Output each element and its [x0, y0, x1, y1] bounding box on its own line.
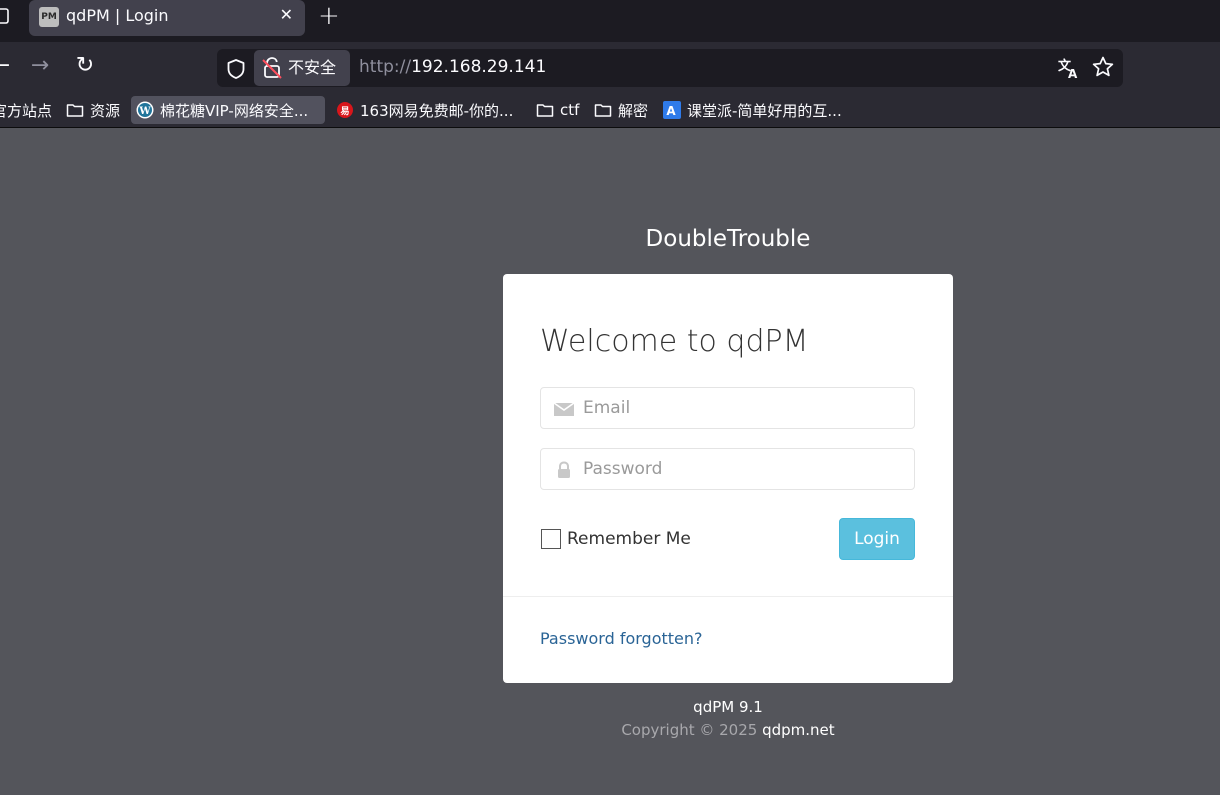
- navigation-bar: ← → ↻ 不安全 http://192.168.29.141 文 A: [0, 42, 1220, 92]
- tab-list-icon[interactable]: [0, 6, 10, 26]
- netease-icon: 易: [337, 102, 353, 118]
- bookmark-label: 官方站点: [0, 101, 53, 120]
- wordpress-icon: W: [136, 101, 154, 119]
- copyright: Copyright © 2025 qdpm.net: [503, 720, 953, 740]
- svg-text:A: A: [666, 104, 676, 118]
- bookmark-label: 解密: [618, 101, 649, 120]
- bookmark-folder-resources[interactable]: 资源: [66, 96, 120, 124]
- broken-lock-icon: [262, 57, 282, 79]
- back-button[interactable]: ←: [0, 51, 16, 81]
- bookmark-label: ctf: [560, 101, 580, 119]
- qdpm-favicon-icon: PM: [39, 7, 59, 27]
- folder-icon: [66, 104, 84, 117]
- svg-text:易: 易: [340, 106, 349, 117]
- tab-title: qdPM | Login: [66, 6, 169, 25]
- email-input[interactable]: [583, 388, 908, 428]
- tab-close-icon[interactable]: ✕: [280, 5, 293, 25]
- ketangpai-icon: A: [663, 101, 681, 119]
- bookmarks-bar: 官方站点 资源 W 棉花糖VIP-网络安全... 易 163网易免费邮-你的..…: [0, 92, 1220, 128]
- tab-bar: PM qdPM | Login ✕ +: [0, 0, 1220, 42]
- bookmark-ketangpai[interactable]: A 课堂派-简单好用的互...: [663, 96, 842, 124]
- login-button[interactable]: Login: [839, 518, 915, 560]
- address-bar[interactable]: 不安全 http://192.168.29.141 文 A: [217, 49, 1123, 87]
- login-card: Welcome to qdPM Remember Me Login Passwo…: [503, 274, 953, 683]
- svg-text:W: W: [138, 106, 151, 117]
- site-name: DoubleTrouble: [645, 226, 811, 252]
- tab-qdpm-login[interactable]: PM qdPM | Login ✕: [29, 0, 305, 36]
- url-text[interactable]: http://192.168.29.141: [359, 57, 546, 77]
- connection-not-secure-badge[interactable]: 不安全: [254, 50, 350, 86]
- forward-button[interactable]: →: [25, 51, 55, 81]
- url-scheme: http://: [359, 57, 412, 77]
- bookmark-label: 资源: [90, 101, 121, 120]
- remember-me-checkbox[interactable]: [541, 529, 561, 549]
- lock-icon: [558, 461, 570, 478]
- svg-text:A: A: [1068, 67, 1078, 80]
- bookmark-star-icon[interactable]: [1091, 55, 1115, 79]
- folder-icon: [536, 104, 554, 117]
- shield-icon[interactable]: [225, 58, 247, 80]
- reload-button[interactable]: ↻: [70, 51, 100, 81]
- new-tab-button[interactable]: +: [318, 2, 340, 30]
- page-title: Welcome to qdPM: [540, 324, 809, 359]
- app-version: qdPM 9.1: [693, 698, 763, 716]
- password-forgotten-link[interactable]: Password forgotten?: [540, 629, 703, 649]
- password-field[interactable]: [540, 448, 915, 490]
- url-host: 192.168.29.141: [411, 57, 547, 77]
- card-divider: [503, 596, 953, 597]
- remember-me-label: Remember Me: [567, 529, 691, 549]
- bookmark-folder-ctf[interactable]: ctf: [536, 96, 579, 124]
- remember-me[interactable]: Remember Me: [541, 527, 691, 551]
- folder-icon: [594, 104, 612, 117]
- bookmark-label: 163网易免费邮-你的...: [360, 101, 514, 120]
- bookmark-label: 棉花糖VIP-网络安全...: [160, 101, 309, 120]
- bookmark-163-mail[interactable]: 易 163网易免费邮-你的...: [336, 96, 513, 124]
- email-field[interactable]: [540, 387, 915, 429]
- not-secure-label: 不安全: [288, 58, 337, 77]
- translate-icon[interactable]: 文 A: [1057, 56, 1081, 80]
- bookmark-label: 课堂派-简单好用的互...: [687, 101, 842, 120]
- password-input[interactable]: [583, 449, 908, 489]
- copyright-text: Copyright © 2025: [621, 721, 758, 739]
- bookmark-mianhuatang[interactable]: W 棉花糖VIP-网络安全...: [131, 96, 325, 124]
- page-content: DoubleTrouble Welcome to qdPM Remember M…: [0, 129, 1220, 795]
- bookmark-folder-decrypt[interactable]: 解密: [594, 96, 648, 124]
- envelope-icon: [553, 402, 575, 416]
- qdpm-site-link[interactable]: qdpm.net: [762, 721, 835, 739]
- bookmark-official-site[interactable]: 官方站点: [0, 96, 52, 124]
